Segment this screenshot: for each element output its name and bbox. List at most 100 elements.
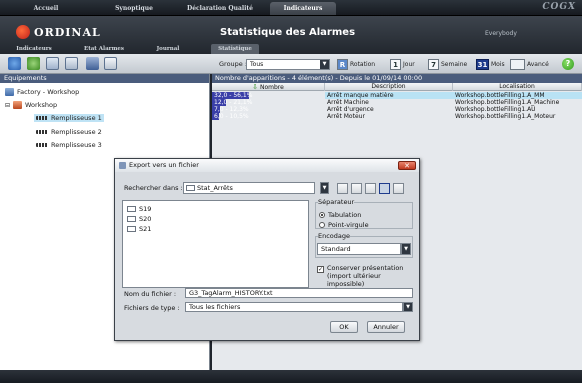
export-icon: [119, 162, 126, 169]
filetype-dropdown-button[interactable]: ▼: [403, 302, 413, 312]
details-view-icon[interactable]: [393, 183, 404, 194]
table-row[interactable]: 12,0 - 21,1% Arrêt Machine Workshop.bott…: [212, 99, 582, 106]
table-row[interactable]: 32,0 - 56,1% Arrêt manque matière Worksh…: [212, 92, 582, 99]
machine-icon: [36, 116, 48, 120]
print-icon[interactable]: [65, 57, 78, 70]
tree-node-label: Remplisseuse 3: [51, 141, 102, 149]
localisation-cell: Workshop.bottleFilling1.AU: [455, 106, 536, 113]
tree-node-remplisseuse-1[interactable]: Remplisseuse 1: [34, 114, 104, 122]
list-item[interactable]: S20: [127, 215, 151, 223]
refresh-icon[interactable]: [8, 57, 21, 70]
collapse-icon[interactable]: ⊟: [5, 102, 11, 109]
equipment-panel-header: Equipements: [0, 74, 209, 83]
filter-icon[interactable]: [27, 57, 40, 70]
filetype-select[interactable]: Tous les fichiers: [185, 302, 403, 312]
workshop-icon: [13, 101, 22, 109]
radio-label: Point-virgule: [328, 221, 369, 229]
export-icon[interactable]: [46, 57, 59, 70]
cancel-button[interactable]: Annuler: [367, 321, 405, 333]
ok-button[interactable]: OK: [330, 321, 358, 333]
factory-icon: [5, 88, 14, 96]
list-view-icon[interactable]: [379, 183, 390, 194]
back-icon[interactable]: [337, 183, 348, 194]
separator-legend: Séparateur: [318, 198, 355, 206]
tree-node-remplisseuse-3[interactable]: Remplisseuse 3: [36, 141, 102, 149]
tree-node-workshop[interactable]: ⊟ Workshop: [5, 101, 57, 109]
nav-tab-declaration-qualite[interactable]: Déclaration Qualité: [178, 2, 262, 15]
logo-mark-icon: [16, 25, 30, 39]
look-in-dropdown-button[interactable]: ▼: [320, 182, 329, 194]
week-icon: 7: [428, 58, 439, 70]
dialog-title: Export vers un fichier: [129, 161, 199, 169]
period-avance-label: Avancé: [527, 60, 549, 68]
up-folder-icon[interactable]: [351, 183, 362, 194]
nav-tab-synoptique[interactable]: Synoptique: [104, 2, 164, 15]
tree-node-label: Remplisseuse 1: [51, 114, 102, 122]
group-select[interactable]: Tous ▼: [246, 59, 330, 70]
table-row[interactable]: 6,0 - 10,5% Arrêt Moteur Workshop.bottle…: [212, 113, 582, 120]
nombre-text: 6,0 - 10,5%: [214, 113, 249, 120]
period-mois-button[interactable]: 31 Mois: [476, 58, 505, 70]
table-row[interactable]: 7,0 - 12,3% Arrêt d'urgence Workshop.bot…: [212, 106, 582, 113]
localisation-cell: Workshop.bottleFilling1.A_MM: [453, 92, 582, 99]
database-icon[interactable]: [86, 57, 99, 70]
column-nombre[interactable]: ⇩ Nombre: [212, 83, 325, 91]
close-button[interactable]: ✕: [398, 161, 416, 170]
separator-tabulation-radio[interactable]: Tabulation: [319, 211, 361, 219]
column-localisation[interactable]: Localisation: [453, 83, 582, 91]
nombre-text: 32,0 - 56,1%: [214, 92, 253, 99]
subtab-etat-alarmes[interactable]: Etat Alarmes: [78, 44, 130, 54]
period-rotation-label: Rotation: [350, 60, 376, 68]
period-jour-button[interactable]: 1 Jour: [390, 58, 415, 70]
separator-point-virgule-radio[interactable]: Point-virgule: [319, 221, 369, 229]
month-icon: 31: [476, 58, 489, 70]
list-item[interactable]: S21: [127, 225, 151, 233]
period-jour-label: Jour: [403, 60, 415, 68]
machine-icon: [36, 143, 48, 147]
period-avance-button[interactable]: Avancé: [510, 58, 549, 70]
day-icon: 1: [390, 58, 401, 70]
column-description[interactable]: Description: [325, 83, 453, 91]
toolbar: Groupe : Tous ▼ R Rotation 1 Jour 7 Sema…: [0, 54, 582, 74]
encoding-select[interactable]: Standard: [317, 243, 401, 255]
radio-dot: [319, 222, 325, 228]
look-in-select[interactable]: Stat_Arrêts: [183, 182, 315, 194]
machine-icon: [36, 130, 48, 134]
dialog-title-bar[interactable]: Export vers un fichier ✕: [115, 159, 419, 172]
description-cell: Arrêt manque matière: [325, 92, 453, 99]
subtab-indicateurs[interactable]: Indicateurs: [10, 44, 58, 54]
keep-presentation-checkbox[interactable]: ✓: [317, 266, 324, 273]
status-bar: [0, 370, 582, 383]
nombre-cell: 32,0 - 56,1%: [212, 92, 325, 99]
period-semaine-button[interactable]: 7 Semaine: [428, 58, 467, 70]
tree-node-factory-label: Factory - Workshop: [17, 88, 80, 96]
filename-input[interactable]: G3_TagAlarm_HISTORY.txt: [185, 288, 413, 298]
rotation-icon: R: [337, 58, 348, 70]
document-icon[interactable]: [104, 57, 117, 70]
new-folder-icon[interactable]: [365, 183, 376, 194]
nombre-cell: 6,0 - 10,5%: [212, 113, 325, 120]
list-item[interactable]: S19: [127, 205, 151, 213]
top-navigation: Accueil Synoptique Déclaration Qualité I…: [0, 0, 582, 16]
look-in-label: Rechercher dans :: [124, 184, 183, 192]
nav-tab-indicateurs[interactable]: Indicateurs: [270, 2, 336, 15]
export-dialog: Export vers un fichier ✕ Rechercher dans…: [114, 158, 420, 341]
encoding-dropdown-button[interactable]: ▼: [401, 243, 411, 255]
sort-down-icon: ⇩: [252, 83, 259, 91]
nombre-cell: 7,0 - 12,3%: [212, 106, 325, 113]
tree-node-factory[interactable]: Factory - Workshop: [5, 88, 79, 96]
brand-logo: COGX: [542, 2, 576, 12]
subtab-journal[interactable]: Journal: [150, 44, 186, 54]
column-headers: ⇩ Nombre Description Localisation: [212, 83, 582, 91]
statistics-header: Nombre d'apparitions - 4 élément(s) - De…: [212, 74, 582, 83]
filename-label: Nom du fichier :: [124, 290, 177, 298]
app-header: ORDINAL Statistique des Alarmes Everybod…: [0, 16, 582, 54]
help-icon[interactable]: ?: [562, 58, 574, 70]
nav-tab-accueil[interactable]: Accueil: [18, 2, 74, 15]
tree-node-remplisseuse-2[interactable]: Remplisseuse 2: [36, 128, 102, 136]
tree-node-label: Remplisseuse 2: [51, 128, 102, 136]
file-list[interactable]: S19 S20 S21: [122, 200, 309, 288]
period-rotation-button[interactable]: R Rotation: [337, 58, 375, 70]
user-name: Everybody: [485, 30, 517, 37]
subtab-statistique[interactable]: Statistique: [211, 44, 259, 54]
